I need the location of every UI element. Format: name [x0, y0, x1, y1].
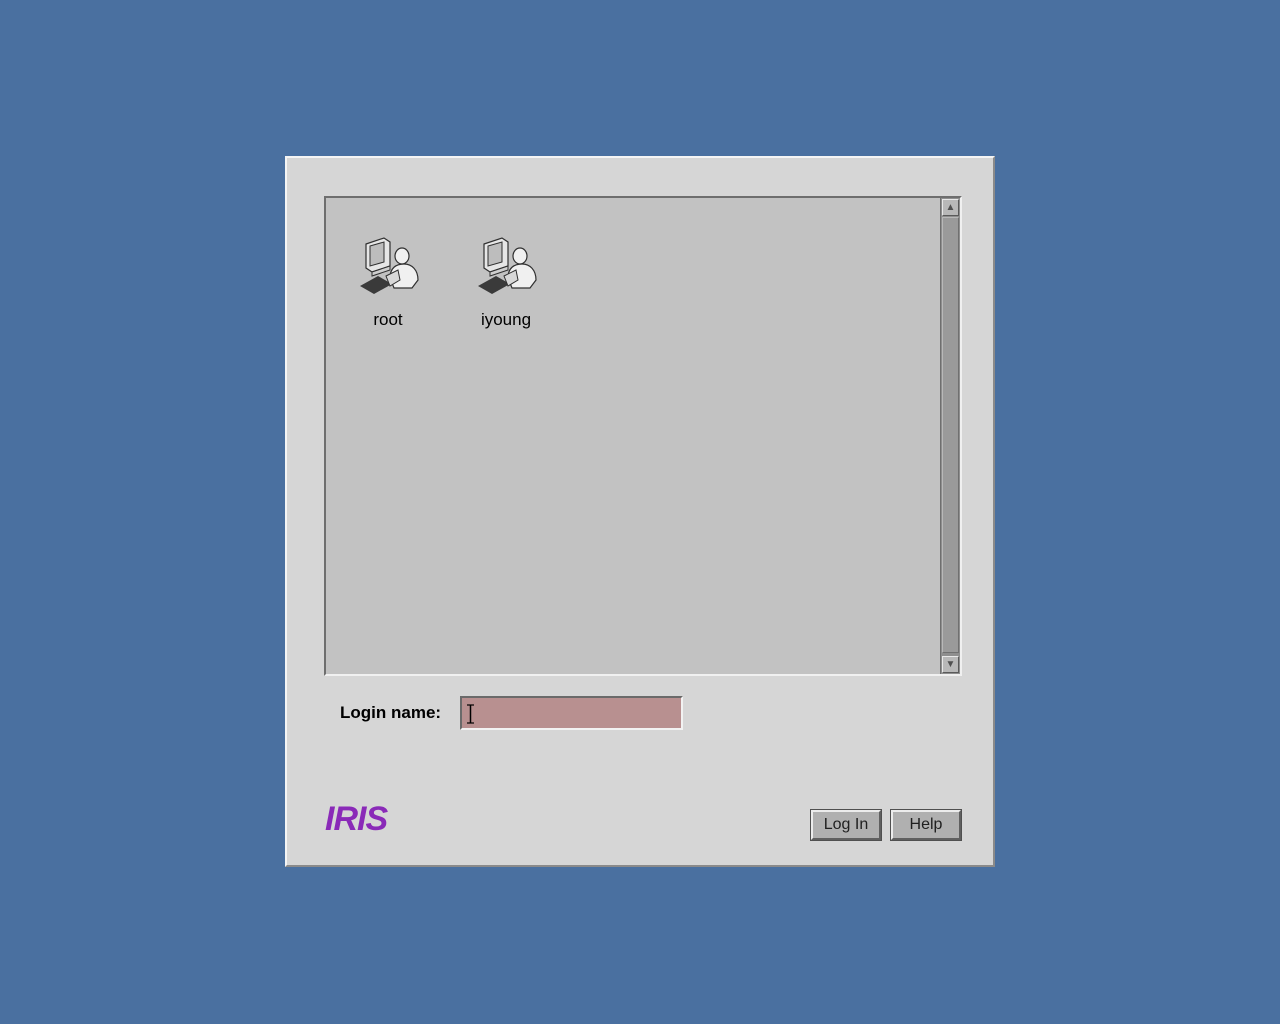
vertical-scrollbar[interactable]: ▲ ▼ [940, 198, 960, 674]
user-label: root [373, 310, 403, 329]
user-item-root[interactable]: root [348, 232, 428, 342]
user-label: iyoung [480, 310, 532, 329]
scroll-down-button[interactable]: ▼ [942, 656, 959, 673]
arrow-down-icon: ▼ [945, 658, 956, 670]
scroll-thumb[interactable] [942, 217, 959, 653]
arrow-up-icon: ▲ [945, 201, 956, 213]
user-list-panel: root iyoung ▲ ▼ [324, 196, 962, 676]
login-name-input[interactable] [460, 696, 683, 730]
login-dialog: root iyoung ▲ ▼ Login name: IRIS Log In … [285, 156, 995, 867]
text-cursor-icon [467, 704, 474, 724]
user-workstation-icon [360, 237, 419, 294]
user-item-iyoung[interactable]: iyoung [466, 232, 546, 342]
desktop-background: root iyoung ▲ ▼ Login name: IRIS Log In … [0, 0, 1280, 1024]
log-in-button[interactable]: Log In [810, 809, 882, 841]
login-name-label: Login name: [340, 703, 442, 722]
iris-logo: IRIS [325, 800, 388, 838]
help-button[interactable]: Help [890, 809, 962, 841]
user-workstation-icon [478, 237, 537, 294]
scroll-up-button[interactable]: ▲ [942, 199, 959, 216]
user-list-area: root iyoung [326, 198, 940, 674]
